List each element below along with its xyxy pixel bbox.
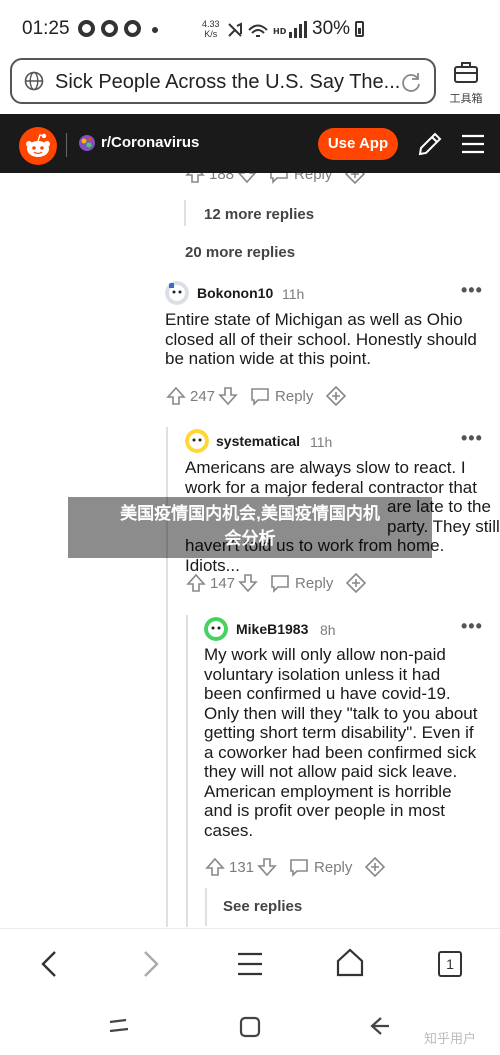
thread-line [186,615,188,927]
vote-count: 147 [210,574,236,592]
vote-row: 247 Reply [165,384,347,408]
status-bar: 01:25 4.33 K/s HD 30% [0,0,500,56]
battery-percent: 30% [312,18,351,39]
downvote-icon[interactable] [217,385,239,407]
upvote-icon[interactable] [185,572,207,594]
avatar[interactable] [165,281,189,305]
upvote-icon[interactable] [204,856,226,878]
more-replies-link[interactable]: 12 more replies [204,206,314,223]
more-options-icon[interactable]: ••• [461,616,483,637]
thread-line [184,200,186,226]
reddit-logo-icon[interactable] [19,127,57,165]
username[interactable]: MikeB1983 [236,621,308,637]
reply-icon [271,575,289,593]
reply-button[interactable]: Reply [288,856,352,878]
award-icon[interactable] [364,856,386,878]
award-icon[interactable] [345,572,367,594]
address-bar[interactable]: Sick People Across the U.S. Say The... [10,58,436,104]
username[interactable]: Bokonon10 [197,285,273,301]
page-title: Sick People Across the U.S. Say The... [55,71,401,93]
use-app-button[interactable]: Use App [318,128,398,160]
upvote-icon[interactable] [165,385,187,407]
forward-icon[interactable] [138,949,162,979]
toolbox-icon [454,62,478,83]
comment-age: 11h [310,434,333,450]
battery-icon [355,21,364,37]
globe-icon [24,71,44,91]
comment-age: 8h [320,622,336,638]
notification-icon [124,20,141,37]
notification-icon [101,20,118,37]
reply-icon [251,388,269,406]
more-options-icon[interactable]: ••• [461,280,483,301]
comment-age: 11h [282,286,305,302]
downvote-icon[interactable] [256,856,278,878]
svg-text:HD: HD [273,27,287,36]
signal-icons: HD [228,21,307,38]
back-icon[interactable] [38,949,62,979]
thread-line [205,888,207,926]
more-options-icon[interactable]: ••• [461,428,483,449]
tabs-button[interactable]: 1 [438,951,462,977]
avatar[interactable] [185,429,209,453]
reply-button[interactable]: Reply [269,572,333,594]
username[interactable]: systematical [216,433,300,449]
vote-row: 131 Reply [204,855,386,879]
pencil-icon[interactable] [416,130,444,158]
hamburger-menu-icon[interactable] [460,131,486,157]
header-divider [66,133,67,157]
reply-icon [290,859,308,877]
clock: 01:25 [22,18,70,39]
vote-row: 147 Reply [185,571,367,595]
network-speed: 4.33 K/s [202,19,220,39]
subreddit-icon [79,135,95,151]
avatar[interactable] [204,617,228,641]
overlay-text: 美国疫情国内机会,美国疫情国内机 会分析 [120,504,380,548]
back-nav-icon[interactable] [369,1015,391,1037]
snoo-icon [26,133,50,157]
award-icon[interactable] [325,385,347,407]
comment-body: My work will only allow non-paid volunta… [204,645,478,840]
see-replies-link[interactable]: See replies [223,898,302,915]
home-icon[interactable] [336,947,364,977]
toolbox-label: 工具箱 [449,93,483,105]
more-replies-link[interactable]: 20 more replies [185,244,295,261]
downvote-icon[interactable] [237,572,259,594]
comment-body: Entire state of Michigan as well as Ohio… [165,310,477,368]
notification-icon [78,20,95,37]
browser-toolbar: 1 [0,928,500,998]
source-watermark: 知乎用户 [424,1031,477,1046]
more-notifications-icon [152,27,158,33]
reply-button[interactable]: Reply [249,385,313,407]
reload-icon[interactable] [400,71,422,93]
vote-count: 247 [190,387,216,405]
home-nav-icon[interactable] [239,1016,261,1038]
toolbox-button[interactable]: 工具箱 [444,60,488,106]
menu-icon[interactable] [237,949,263,979]
recents-icon[interactable] [108,1016,130,1036]
vote-count: 131 [229,858,255,876]
subreddit-name[interactable]: r/Coronavirus [101,134,199,151]
